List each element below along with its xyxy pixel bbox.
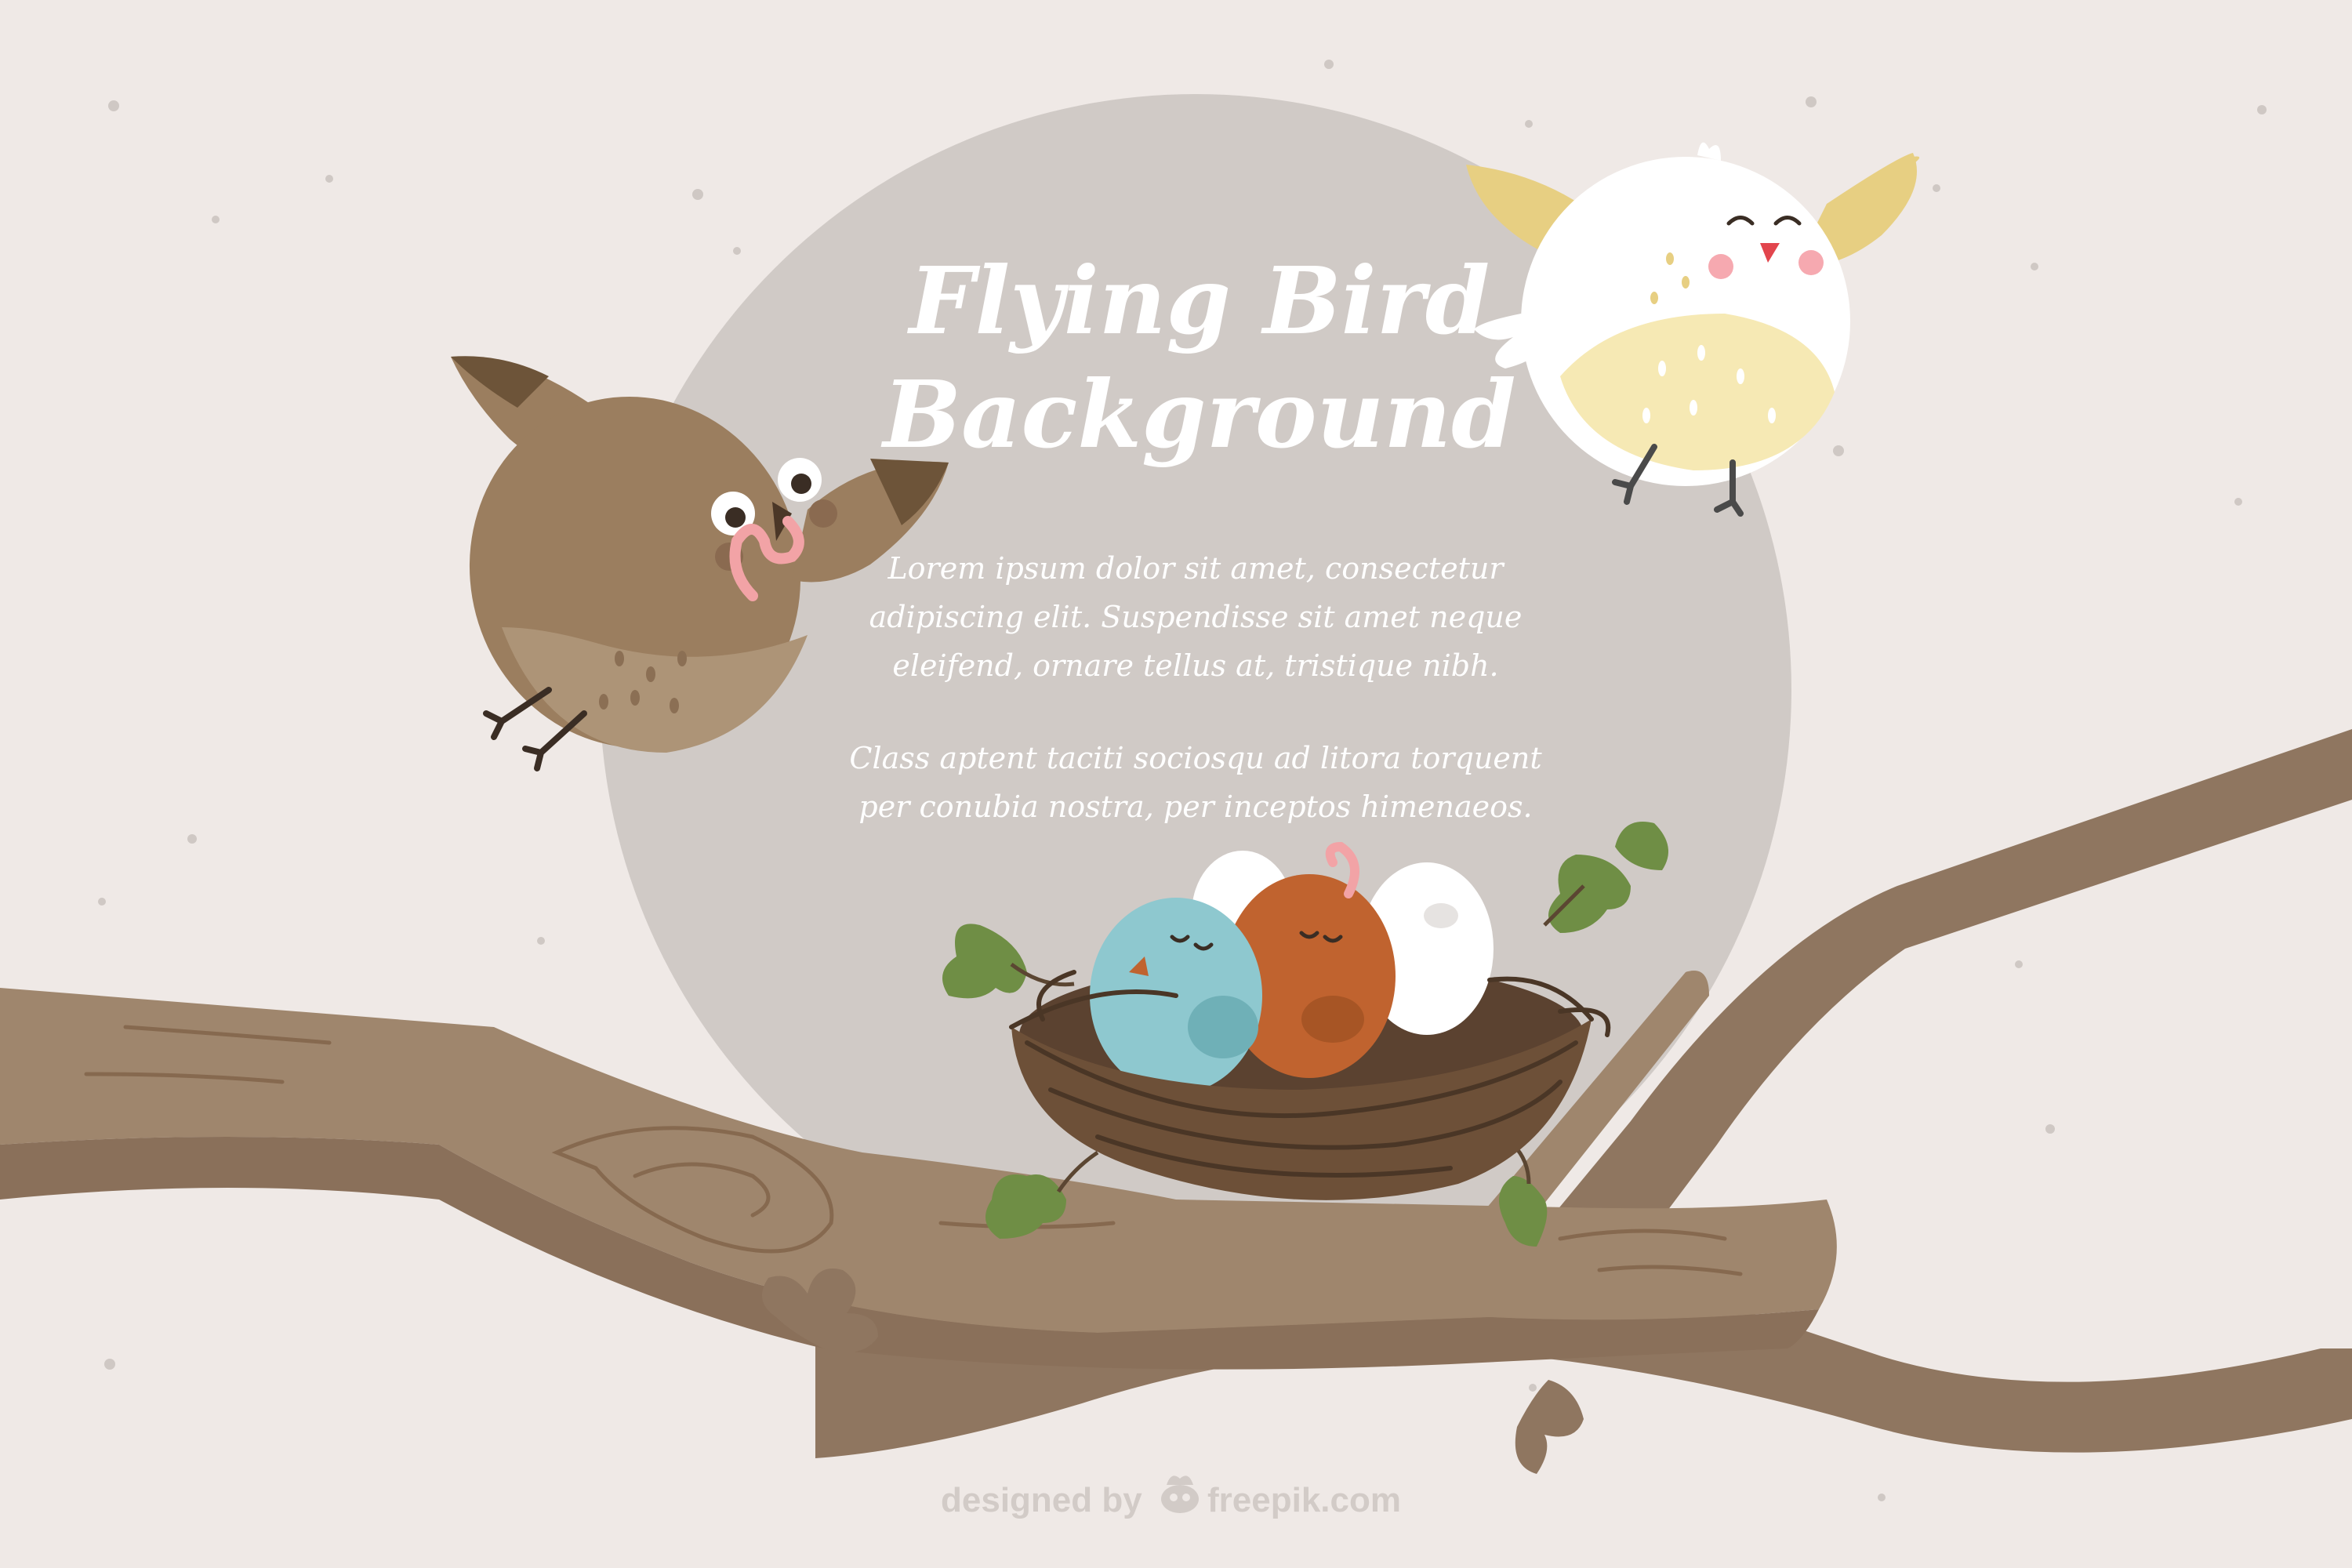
paragraph-1-line: adipiscing elit. Suspendisse sit amet ne… — [869, 600, 1523, 634]
paragraph-1: Lorem ipsum dolor sit amet, consectetur … — [869, 551, 1523, 683]
page-title-line2: Background — [880, 360, 1515, 469]
paragraph-1-line: eleifend, ornare tellus at, tristique ni… — [892, 648, 1498, 683]
paragraph-2-line: Class aptent taciti sociosqu ad litora t… — [849, 741, 1542, 775]
illustration: Flying Bird Background Lorem ipsum dolor… — [0, 0, 2352, 1568]
paragraph-1-line: Lorem ipsum dolor sit amet, consectetur — [887, 551, 1505, 586]
paragraph-2-line: per conubia nostra, per inceptos himenae… — [858, 789, 1532, 824]
page-title-line1: Flying Bird — [907, 246, 1490, 355]
credit-brand: freepik.com — [1207, 1481, 1401, 1519]
credit-prefix: designed by — [941, 1481, 1142, 1519]
